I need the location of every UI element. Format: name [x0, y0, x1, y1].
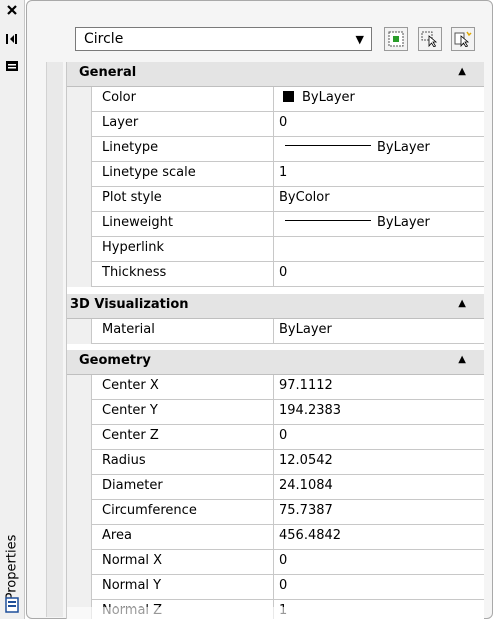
property-row-radius[interactable]: Radius 12.0542	[67, 450, 484, 475]
palette-icon[interactable]	[3, 597, 21, 613]
property-row-thickness[interactable]: Thickness 0	[67, 262, 484, 287]
property-row-color[interactable]: Color ByLayer	[67, 87, 484, 112]
linetype-sample-icon	[285, 145, 371, 146]
close-icon[interactable]	[3, 2, 21, 18]
quick-select-button[interactable]	[451, 27, 475, 51]
scroll-fade	[67, 607, 484, 619]
collapse-icon[interactable]: ▲	[458, 66, 466, 77]
toggle-pickadd-button[interactable]	[384, 27, 408, 51]
property-row-diameter[interactable]: Diameter 24.1084	[67, 475, 484, 500]
lineweight-sample-icon	[285, 220, 371, 221]
object-type-value: Circle	[84, 31, 124, 47]
section-geometry-header[interactable]: Geometry ▲	[67, 350, 484, 375]
auto-hide-icon[interactable]	[3, 31, 21, 47]
property-row-linetype-scale[interactable]: Linetype scale 1	[67, 162, 484, 187]
section-general-header[interactable]: General ▲	[67, 62, 484, 87]
object-type-dropdown[interactable]: Circle ▼	[75, 27, 372, 51]
collapse-icon[interactable]: ▲	[458, 298, 466, 309]
property-row-linetype[interactable]: Linetype ByLayer	[67, 137, 484, 162]
property-row-circumference[interactable]: Circumference 75.7387	[67, 500, 484, 525]
property-grid: General ▲ Color ByLayer Layer 0 Linetype…	[66, 62, 484, 619]
color-swatch-icon	[283, 91, 294, 102]
property-row-center-z[interactable]: Center Z 0	[67, 425, 484, 450]
property-row-material[interactable]: Material ByLayer	[67, 319, 484, 344]
select-objects-icon	[421, 31, 438, 47]
property-row-normal-x[interactable]: Normal X 0	[67, 550, 484, 575]
property-row-normal-y[interactable]: Normal Y 0	[67, 575, 484, 600]
property-row-area[interactable]: Area 456.4842	[67, 525, 484, 550]
properties-menu-icon[interactable]	[3, 58, 21, 74]
chevron-down-icon[interactable]: ▼	[356, 33, 364, 46]
collapse-icon[interactable]: ▲	[458, 354, 466, 365]
property-row-center-x[interactable]: Center X 97.1112	[67, 375, 484, 400]
property-row-layer[interactable]: Layer 0	[67, 112, 484, 137]
property-row-center-y[interactable]: Center Y 194.2383	[67, 400, 484, 425]
palette-side-gutter	[46, 62, 63, 617]
property-row-hyperlink[interactable]: Hyperlink	[67, 237, 484, 262]
section-3d-visualization-header[interactable]: 3D Visualization ▲	[67, 294, 484, 319]
select-objects-button[interactable]	[418, 27, 442, 51]
property-row-lineweight[interactable]: Lineweight ByLayer	[67, 212, 484, 237]
toggle-pickadd-icon	[388, 31, 404, 47]
palette-title-bar[interactable]: Properties	[0, 0, 25, 619]
property-row-plot-style[interactable]: Plot style ByColor	[67, 187, 484, 212]
quick-select-icon	[454, 31, 472, 47]
